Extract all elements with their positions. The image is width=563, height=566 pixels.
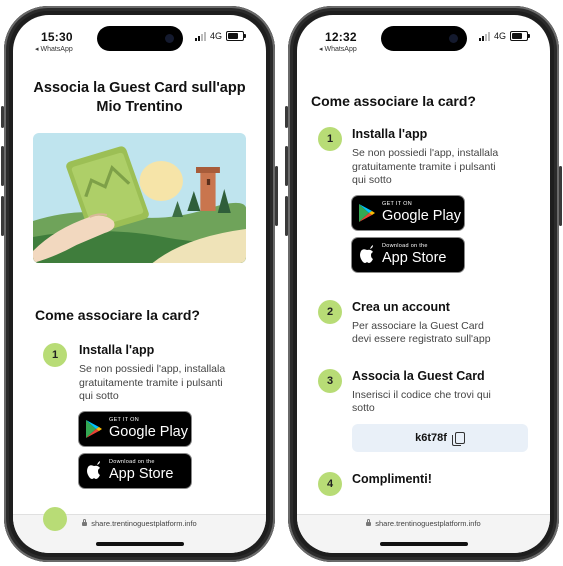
- page-content: Come associare la card? 1 Installa l'app…: [297, 63, 550, 553]
- network-label: 4G: [493, 31, 506, 41]
- lock-icon: [82, 519, 88, 526]
- screen: 15:30 ◂ WhatsApp 4G Associa la Guest Car…: [13, 15, 266, 553]
- battery-icon: [510, 31, 530, 41]
- google-play-button[interactable]: GET IT ON Google Play: [352, 195, 464, 230]
- hero-illustration: [33, 133, 246, 263]
- network-label: 4G: [209, 31, 222, 41]
- step-description: Se non possiedi l'app, installala gratui…: [79, 363, 226, 402]
- volume-up-button: [285, 146, 288, 186]
- page-content: Associa la Guest Card sull'app Mio Trent…: [13, 63, 266, 553]
- back-to-whatsapp-link[interactable]: ◂ WhatsApp: [35, 45, 73, 53]
- signal-icon: [478, 31, 490, 41]
- app-store-button[interactable]: Download on the App Store: [352, 237, 464, 272]
- guest-code: k6t78f: [415, 431, 447, 444]
- step-title: Installa l'app: [352, 127, 428, 141]
- step-2: 2 Crea un account Per associare la Guest…: [297, 299, 550, 347]
- dynamic-island: [96, 26, 183, 51]
- status-indicators: 4G: [194, 31, 246, 41]
- status-time: 12:32: [325, 30, 357, 44]
- step-title: Complimenti!: [352, 471, 432, 486]
- mute-switch: [285, 106, 288, 128]
- section-title: Come associare la card?: [35, 307, 200, 323]
- volume-down-button: [1, 196, 4, 236]
- mute-switch: [1, 106, 4, 128]
- battery-icon: [226, 31, 246, 41]
- screen: 12:32 ◂ WhatsApp 4G Come associare la ca…: [297, 15, 550, 553]
- google-play-label: Google Play: [382, 207, 461, 224]
- step-description: Inserisci il codice che trovi qui sotto: [352, 388, 491, 415]
- copy-icon[interactable]: [451, 431, 465, 446]
- phone-right: 12:32 ◂ WhatsApp 4G Come associare la ca…: [285, 6, 562, 562]
- home-indicator[interactable]: [95, 542, 184, 546]
- app-store-label: App Store: [109, 465, 174, 482]
- google-play-button[interactable]: GET IT ON Google Play: [79, 411, 191, 446]
- home-indicator[interactable]: [379, 542, 468, 546]
- google-play-icon: [79, 419, 109, 439]
- phone-left: 15:30 ◂ WhatsApp 4G Associa la Guest Car…: [1, 6, 278, 562]
- url-text: share.trentinoguestplatform.info: [13, 519, 266, 528]
- google-play-icon: [352, 203, 382, 223]
- step-title: Installa l'app: [79, 343, 155, 357]
- step-number-badge: 4: [318, 471, 342, 496]
- step-number-badge: 1: [43, 343, 67, 367]
- volume-down-button: [285, 196, 288, 236]
- step-title: Associa la Guest Card: [352, 368, 485, 383]
- step-3: 3 Associa la Guest Card Inserisci il cod…: [297, 368, 550, 452]
- google-play-small-label: GET IT ON: [382, 201, 413, 207]
- step-description: Per associare la Guest Card devi essere …: [352, 319, 491, 346]
- step-number-badge: 2: [318, 299, 342, 324]
- section-title: Come associare la card?: [311, 93, 476, 109]
- dynamic-island: [380, 26, 467, 51]
- step-1: 1 Installa l'app Se non possiedi l'app, …: [13, 343, 266, 488]
- back-to-whatsapp-link[interactable]: ◂ WhatsApp: [319, 45, 357, 53]
- app-store-label: App Store: [382, 249, 447, 266]
- browser-url-bar[interactable]: share.trentinoguestplatform.info: [13, 507, 266, 553]
- guest-code-box[interactable]: k6t78f: [352, 423, 528, 452]
- signal-icon: [194, 31, 206, 41]
- app-store-small-label: Download on the: [109, 459, 155, 465]
- apple-icon: [352, 245, 382, 264]
- status-time: 15:30: [41, 30, 73, 44]
- power-button: [275, 166, 278, 226]
- status-indicators: 4G: [478, 31, 530, 41]
- step-description: Se non possiedi l'app, installala gratui…: [352, 147, 499, 186]
- step-title: Crea un account: [352, 299, 450, 314]
- lock-icon: [366, 519, 372, 526]
- page-title: Associa la Guest Card sull'app Mio Trent…: [33, 80, 246, 115]
- app-store-small-label: Download on the: [382, 243, 428, 249]
- step-number-badge: 3: [318, 368, 342, 393]
- url-text: share.trentinoguestplatform.info: [297, 519, 550, 528]
- browser-url-bar[interactable]: share.trentinoguestplatform.info: [297, 514, 550, 553]
- power-button: [559, 166, 562, 226]
- step-4: 4 Complimenti!: [297, 471, 550, 496]
- apple-icon: [79, 461, 109, 480]
- app-store-button[interactable]: Download on the App Store: [79, 453, 191, 488]
- step-1: 1 Installa l'app Se non possiedi l'app, …: [297, 127, 550, 272]
- google-play-small-label: GET IT ON: [109, 417, 140, 423]
- volume-up-button: [1, 146, 4, 186]
- google-play-label: Google Play: [109, 423, 188, 440]
- step-number-badge: 1: [318, 127, 342, 151]
